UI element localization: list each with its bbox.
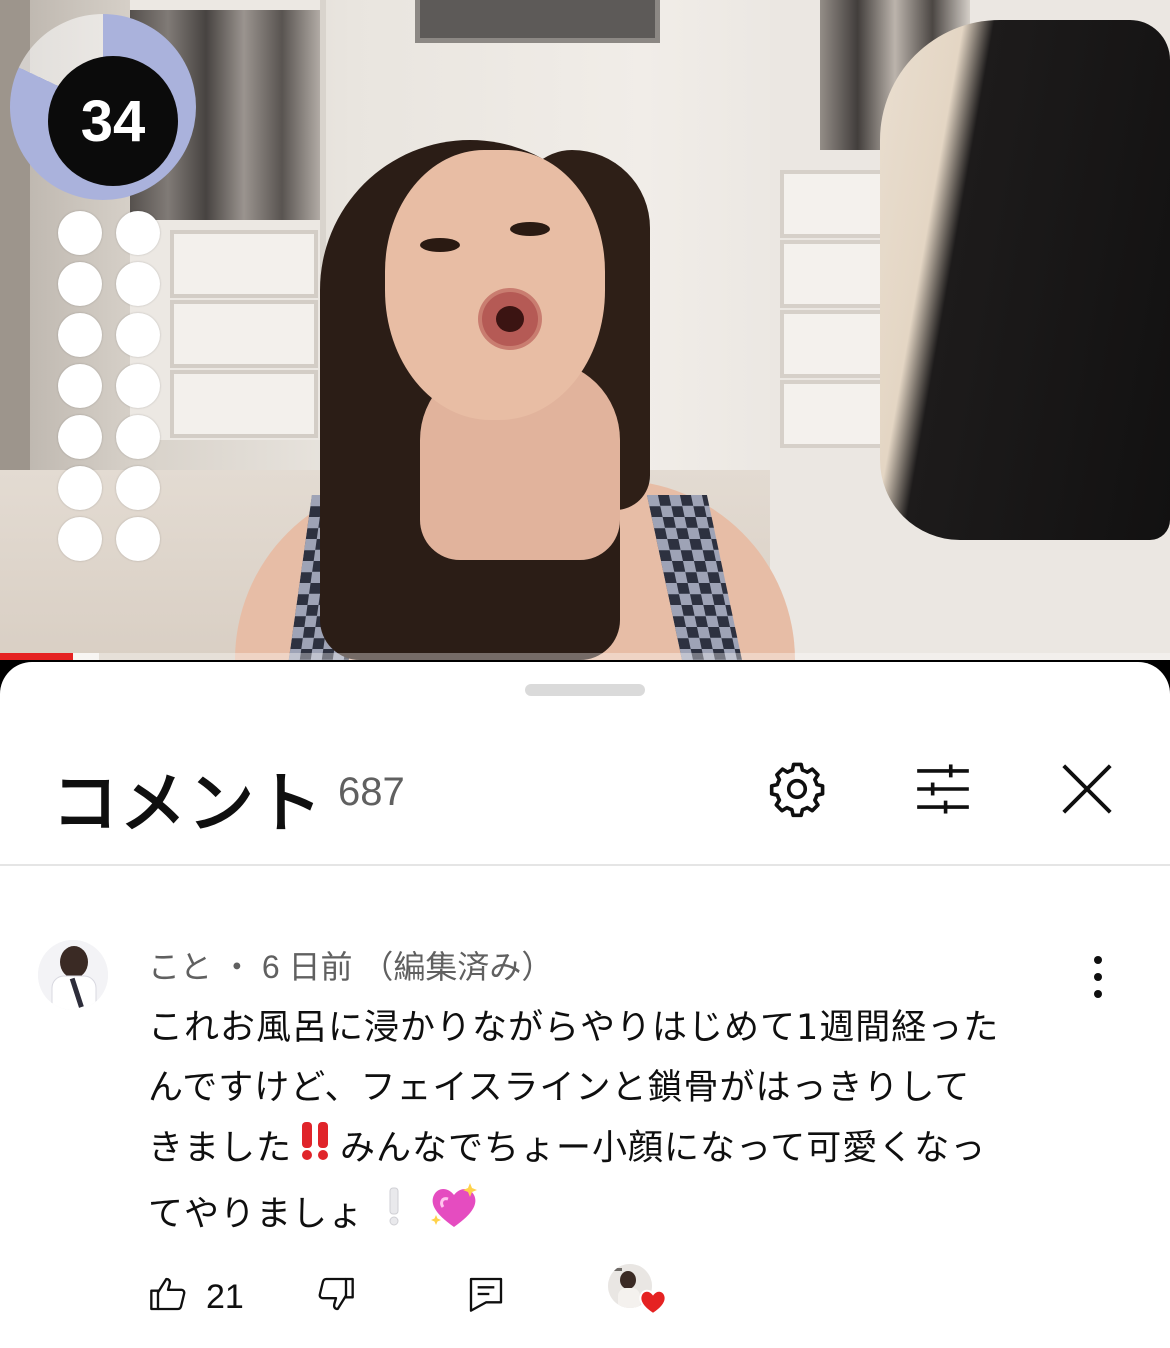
comment-line: てやりましょ [148,1181,1088,1250]
repetition-dot [116,364,160,408]
sparkling-heart-emoji [428,1181,480,1250]
heart-icon [638,1288,668,1320]
repetition-dot [116,211,160,255]
sliders-icon[interactable] [912,758,974,820]
progress-played[interactable] [0,653,73,660]
repetition-dot [116,313,160,357]
comment-line: これお風呂に浸かりながらやりはじめて1週間経った [148,1008,1000,1048]
close-icon[interactable] [1056,758,1118,820]
comments-title: コメント [52,766,324,840]
scene-eye [510,222,550,236]
scene-person-face [385,150,605,420]
timer-value: 34 [48,56,178,186]
meta-separator: ・ [220,949,253,985]
reply-icon[interactable] [466,1274,506,1318]
repetition-dot [116,517,160,561]
progress-track[interactable] [0,653,1170,660]
video-player[interactable]: 34 [0,0,1170,660]
repetition-dot [58,313,102,357]
edited-label: （編集済み） [361,949,554,985]
progress-buffer [72,653,100,660]
gear-icon[interactable] [766,758,828,820]
timer-ring: 34 [10,14,196,200]
more-options-icon[interactable] [1080,952,1116,1002]
comment-text: これお風呂に浸かりながらやりはじめて1週間経った んですけど、フェイスラインと鎖… [148,998,1088,1250]
white-exclamation-emoji [384,1184,404,1247]
comment-line-segment: てやりましょ [148,1194,365,1235]
comments-sheet: コメント 687 こと ・ 6 日前 （編集済み） これお風呂に浸かりながらやり… [0,662,1170,1348]
header-divider [0,864,1170,866]
comment-line-segment: みんなでちょー小顔になって可愛くなっ [340,1128,987,1169]
thumbs-up-icon[interactable] [148,1274,188,1318]
repetition-dots [58,211,162,561]
comment-line: きました みんなでちょー小顔になって可愛くなっ [148,1118,1088,1181]
comment-author[interactable]: こと [148,949,212,985]
double-exclamation-emoji [296,1118,336,1181]
repetition-dot [116,262,160,306]
repetition-dot [58,262,102,306]
repetition-dot [58,517,102,561]
repetition-dot [58,466,102,510]
repetition-dot [58,415,102,459]
repetition-dot [116,415,160,459]
scene-picture-frame [415,0,660,43]
scene-eye [420,238,460,252]
comment-line-segment: きました [148,1128,293,1169]
like-count: 21 [206,1278,244,1316]
comment-line: んですけど、フェイスラインと鎖骨がはっきりして [148,1068,971,1108]
thumbs-down-icon[interactable] [316,1274,356,1318]
repetition-dot [58,364,102,408]
comment-meta: こと ・ 6 日前 （編集済み） [148,942,553,988]
comment-time: 6 日前 [261,949,353,985]
comments-count: 687 [338,770,405,814]
scene-coat [880,20,1170,540]
repetition-dot [58,211,102,255]
avatar[interactable] [38,940,108,1010]
scene-mouth [478,288,542,350]
repetition-dot [116,466,160,510]
drag-handle[interactable] [525,684,645,696]
